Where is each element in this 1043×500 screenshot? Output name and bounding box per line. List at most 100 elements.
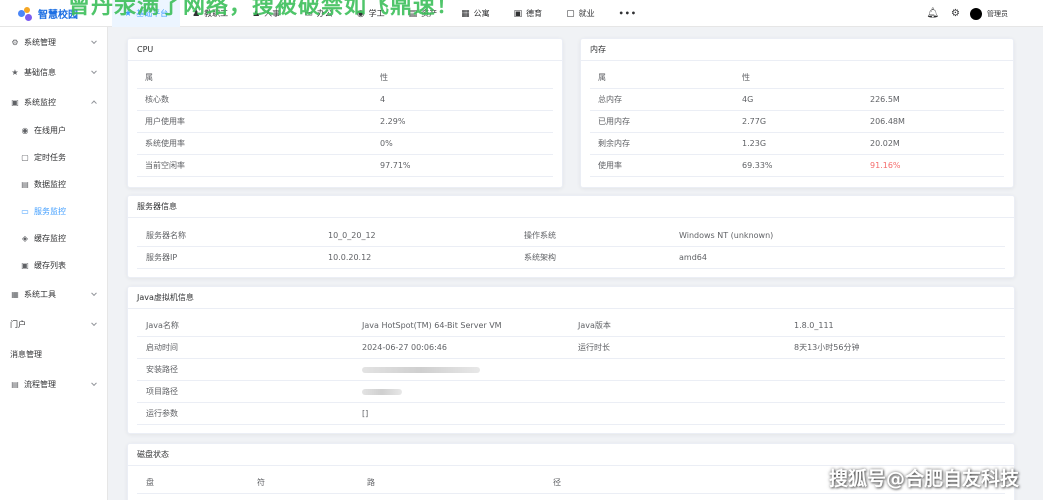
redacted-path (362, 367, 480, 373)
nav-tab-7[interactable]: ▣ 德育 (502, 0, 555, 27)
cpu-row: 当前空闲率 97.71% (137, 155, 553, 177)
nav-tab-icon: ▢ (566, 8, 575, 19)
nav-tab-label: 就业 (578, 9, 595, 18)
sidebar-item-9[interactable]: ▦ 系统工具 (0, 279, 107, 309)
overlay-watermark: 曾丹汞满了网络，搜被破禁如飞鼎速！ (68, 0, 460, 19)
menu-icon: ▦ (11, 289, 19, 299)
memory-card-title: 内存 (581, 39, 1013, 61)
jvm-cell: Java版本 (578, 321, 611, 330)
memory-cell: 20.02M (870, 139, 900, 148)
avatar[interactable] (970, 7, 982, 20)
cpu-cell: 0% (380, 139, 393, 148)
menu-icon: ▤ (21, 180, 29, 189)
jvm-cell: Java HotSpot(TM) 64-Bit Server VM (362, 321, 502, 330)
menu-icon: ▤ (11, 379, 19, 389)
sidebar-item-11[interactable]: 消息管理 (0, 339, 107, 369)
sidebar-item-label: 系统工具 (24, 289, 56, 299)
server-cell: 系统架构 (524, 253, 556, 262)
cpu-card-title: CPU (128, 39, 562, 61)
server-row: 服务器IP 10.0.20.12 系统架构 amd64 (137, 247, 1005, 269)
jvm-row: 运行参数 [] (137, 403, 1005, 425)
server-cell: 操作系统 (524, 231, 556, 240)
sidebar-item-1[interactable]: ★ 基础信息 (0, 57, 107, 87)
gear-icon[interactable]: ⚙ (951, 8, 960, 19)
bell-icon[interactable]: 🔔︎ (926, 8, 939, 19)
server-info-card: 服务器信息 服务器名称 10_0_20_12 操作系统 Windows NT (unk… (127, 195, 1015, 278)
jvm-card-title: Java虚拟机信息 (128, 287, 1014, 309)
nav-tab-label: 公寓 (473, 9, 490, 18)
nav-tab-9[interactable]: ••• (607, 0, 649, 27)
sidebar-item-7[interactable]: ◈ 缓存监控 (0, 225, 107, 252)
menu-icon: ◈ (21, 234, 29, 243)
nav-tab-icon: ▣ (513, 8, 523, 19)
server-card-title: 服务器信息 (128, 196, 1014, 218)
sidebar-item-label: 基础信息 (24, 67, 56, 77)
bottom-watermark: 搜狐号@合肥自友科技 (828, 468, 1019, 490)
server-cell: amd64 (679, 253, 707, 262)
sidebar-item-4[interactable]: ▢ 定时任务 (0, 144, 107, 171)
sidebar-item-12[interactable]: ▤ 流程管理 (0, 369, 107, 399)
disk-card-title: 磁盘状态 (128, 444, 1014, 466)
memory-cell: 91.16% (870, 161, 901, 170)
jvm-cell: 运行时长 (578, 343, 610, 352)
cpu-cell: 2.29% (380, 117, 406, 126)
sidebar-item-label: 在线用户 (34, 126, 66, 135)
memory-card: 内存 属性总内存 4G 226.5M 已用内存 2.77G 206.48M 剩余内存 1.23… (580, 38, 1014, 188)
jvm-cell: 2024-06-27 00:06:46 (362, 343, 447, 352)
jvm-cell: 安装路径 (146, 365, 178, 374)
user-name[interactable]: 管理员 (987, 9, 1008, 19)
sidebar-item-10[interactable]: 门户 (0, 309, 107, 339)
sidebar-item-3[interactable]: ◉ 在线用户 (0, 117, 107, 144)
sidebar-item-8[interactable]: ▣ 缓存列表 (0, 252, 107, 279)
memory-header-row: 属性 (590, 67, 1004, 89)
nav-tab-8[interactable]: ▢ 就业 (554, 0, 607, 27)
disk-header-cell: 路 (367, 478, 375, 487)
memory-header-cell: 属 (598, 73, 606, 82)
cpu-row: 核心数 4 (137, 89, 553, 111)
cpu-card: CPU 属性核心数 4 用户使用率 2.29% 系统使用率 0% 当前空闲率 97.71% (127, 38, 563, 188)
jvm-row: 启动时间 2024-06-27 00:06:46 运行时长 8天13小时56分钟 (137, 337, 1005, 359)
cpu-cell: 核心数 (145, 95, 169, 104)
disk-header-cell: 径 (553, 478, 561, 487)
sidebar-item-label: 流程管理 (24, 379, 56, 389)
menu-icon: ★ (11, 67, 19, 77)
chevron-up-icon (91, 100, 97, 107)
memory-row: 总内存 4G 226.5M (590, 89, 1004, 111)
server-cell: 10_0_20_12 (328, 231, 376, 240)
sidebar-item-2[interactable]: ▣ 系统监控 (0, 87, 107, 117)
jvm-cell: 8天13小时56分钟 (794, 343, 860, 352)
sidebar-item-label: 服务监控 (34, 207, 66, 216)
cpu-cell: 4 (380, 95, 386, 104)
cpu-row: 用户使用率 2.29% (137, 111, 553, 133)
menu-icon: ▭ (21, 207, 29, 216)
sidebar-item-0[interactable]: ⚙ 系统管理 (0, 27, 107, 57)
memory-cell: 206.48M (870, 117, 905, 126)
memory-cell: 剩余内存 (598, 139, 630, 148)
sidebar-item-6[interactable]: ▭ 服务监控 (0, 198, 107, 225)
menu-icon: ⚙ (11, 37, 19, 47)
jvm-cell: 项目路径 (146, 387, 178, 396)
memory-cell: 69.33% (742, 161, 773, 170)
server-cell: 服务器名称 (146, 231, 186, 240)
nav-tab-label: ••• (618, 9, 638, 18)
sidebar-item-label: 门户 (10, 319, 26, 329)
jvm-info-card: Java虚拟机信息 Java名称 Java HotSpot(TM) 64-Bit … (127, 286, 1015, 434)
memory-cell: 4G (742, 95, 754, 104)
jvm-row: 安装路径 (137, 359, 1005, 381)
memory-table: 属性总内存 4G 226.5M 已用内存 2.77G 206.48M 剩余内存 1.23G 20… (590, 67, 1004, 177)
sidebar: ⚙ 系统管理 ★ 基础信息 ▣ 系统监控 ◉ 在线用户 ▢ 定时任务 ▤ 数据监控 ▭ 服务监控 ◈ 缓存监控… (0, 27, 108, 500)
server-row: 服务器名称 10_0_20_12 操作系统 Windows NT (unknown) (137, 225, 1005, 247)
jvm-row: Java名称 Java HotSpot(TM) 64-Bit Server VM J… (137, 315, 1005, 337)
memory-cell: 2.77G (742, 117, 767, 126)
memory-row: 使用率 69.33% 91.16% (590, 155, 1004, 177)
memory-cell: 使用率 (598, 161, 622, 170)
memory-header-cell: 性 (742, 73, 750, 82)
cpu-header-row: 属性 (137, 67, 553, 89)
chevron-down-icon (91, 38, 97, 45)
nav-tab-label: 德育 (526, 9, 543, 18)
cpu-cell: 用户使用率 (145, 117, 185, 126)
sidebar-item-label: 数据监控 (34, 180, 66, 189)
jvm-cell: 启动时间 (146, 343, 178, 352)
sidebar-item-5[interactable]: ▤ 数据监控 (0, 171, 107, 198)
menu-icon: ▢ (21, 153, 29, 162)
